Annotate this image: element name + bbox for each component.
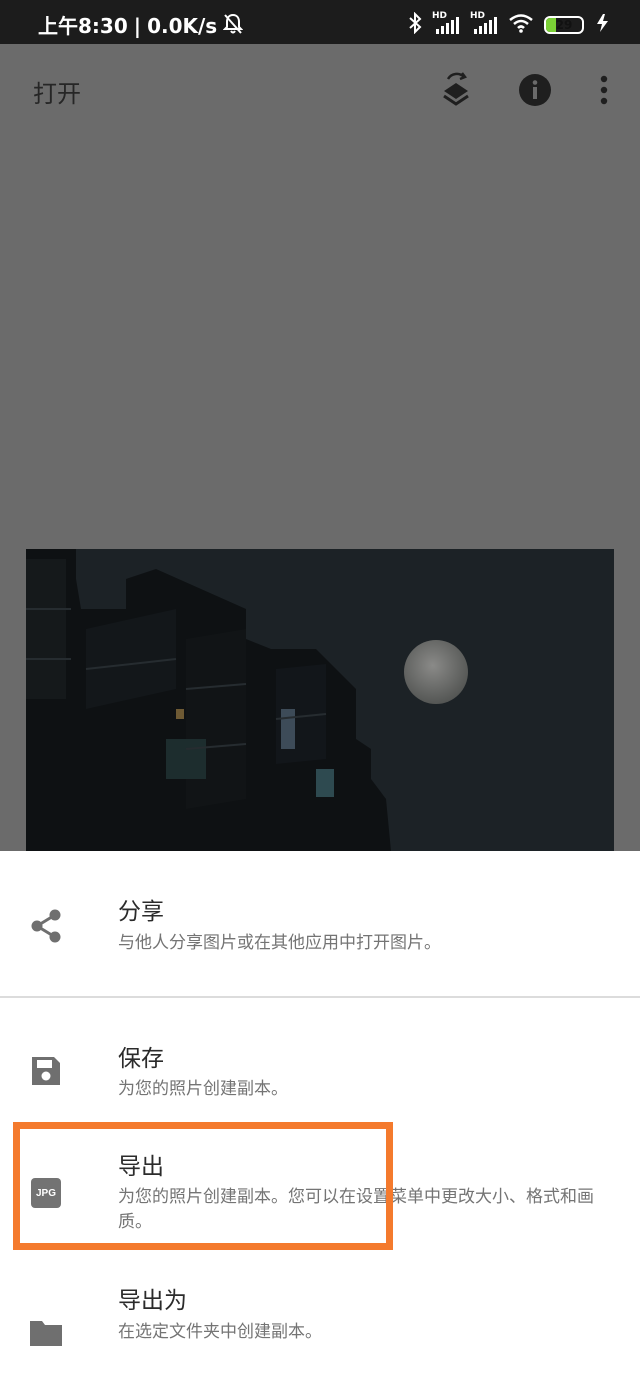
share-title: 分享 <box>118 899 164 925</box>
moon <box>404 640 468 704</box>
status-time: 上午8:30 <box>38 14 128 38</box>
save-option[interactable]: 保存 为您的照片创建副本。 <box>0 1011 640 1116</box>
bell-off-icon <box>222 13 244 39</box>
folder-icon <box>26 1313 66 1353</box>
status-left: 上午8:30 | 0.0K/s <box>38 13 244 39</box>
status-bar: 上午8:30 | 0.0K/s HD HD 29 <box>0 0 640 44</box>
info-icon[interactable] <box>513 68 557 112</box>
export-option[interactable]: JPG 导出 为您的照片创建副本。您可以在设置菜单中更改大小、格式和画质。 <box>0 1126 640 1256</box>
jpg-icon: JPG <box>26 1173 66 1213</box>
export-description: 为您的照片创建副本。您可以在设置菜单中更改大小、格式和画质。 <box>118 1187 594 1232</box>
app-bar: 打开 <box>0 44 640 136</box>
layers-icon[interactable] <box>434 68 478 112</box>
export-as-description: 在选定文件夹中创建副本。 <box>118 1322 322 1342</box>
photo-preview <box>26 549 614 851</box>
save-title: 保存 <box>118 1046 164 1072</box>
share-option[interactable]: 分享 与他人分享图片或在其他应用中打开图片。 <box>0 851 640 996</box>
export-as-title: 导出为 <box>118 1288 187 1314</box>
export-as-option[interactable]: 导出为 在选定文件夹中创建副本。 <box>0 1271 640 1381</box>
battery-level: 29 <box>555 18 573 32</box>
share-description: 与他人分享图片或在其他应用中打开图片。 <box>118 933 441 953</box>
wifi-icon <box>508 13 534 37</box>
charging-icon <box>594 13 612 37</box>
jpg-icon-label: JPG <box>31 1178 61 1208</box>
signal-icon-2: HD <box>470 11 498 36</box>
more-vert-icon[interactable] <box>582 68 626 112</box>
export-title: 导出 <box>118 1154 164 1180</box>
share-bottom-sheet: 分享 与他人分享图片或在其他应用中打开图片。 保存 为您的照片创建副本。 JPG… <box>0 851 640 1387</box>
bluetooth-icon <box>408 11 422 38</box>
status-separator: | <box>133 14 142 38</box>
save-description: 为您的照片创建副本。 <box>118 1079 288 1099</box>
signal-icon-1: HD <box>432 11 460 36</box>
status-right: HD HD 29 <box>408 11 612 38</box>
save-icon <box>26 1051 66 1091</box>
divider <box>0 996 640 998</box>
network-speed: 0.0K/s <box>147 14 218 38</box>
share-icon <box>26 906 66 946</box>
battery-indicator: 29 <box>544 16 584 34</box>
page-title[interactable]: 打开 <box>33 74 81 109</box>
